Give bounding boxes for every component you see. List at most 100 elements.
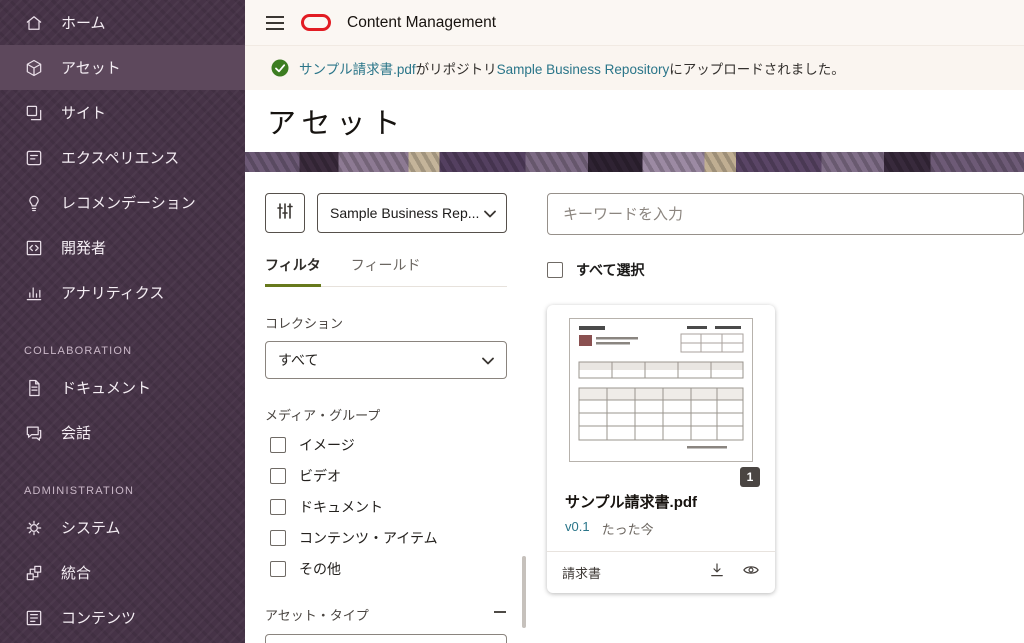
- sidebar-item-label: アナリティクス: [61, 282, 164, 303]
- sidebar-item-assets[interactable]: アセット: [0, 45, 245, 90]
- content-area: Sample Business Rep... フィルタ フィールド コレクション…: [245, 172, 1024, 643]
- media-option-content-item[interactable]: コンテンツ・アイテム: [265, 528, 507, 548]
- hamburger-menu-icon[interactable]: [265, 15, 285, 31]
- main-area: Content Management サンプル請求書.pdfがリポジトリSamp…: [245, 0, 1024, 643]
- sidebar: ホーム アセット サイト エクスペリエンス レコメンデーション 開発者 アナリテ…: [0, 0, 245, 643]
- page-count-badge: 1: [740, 467, 760, 487]
- checkbox[interactable]: [270, 437, 286, 453]
- tab-filter[interactable]: フィルタ: [265, 255, 321, 287]
- bar-chart-icon: [24, 283, 44, 303]
- results-panel: すべて選択: [527, 172, 1024, 643]
- media-option-video[interactable]: ビデオ: [265, 466, 507, 486]
- sidebar-item-label: エクスペリエンス: [61, 147, 179, 168]
- sidebar-item-label: 会話: [61, 422, 91, 443]
- sidebar-item-label: ドキュメント: [61, 377, 151, 398]
- notification-text-mid: がリポジトリ: [416, 62, 497, 77]
- media-option-image[interactable]: イメージ: [265, 435, 507, 455]
- notification-text: サンプル請求書.pdfがリポジトリSample Business Reposit…: [299, 58, 845, 78]
- asset-modified-time: たった今: [602, 519, 654, 538]
- media-option-document[interactable]: ドキュメント: [265, 497, 507, 517]
- sidebar-item-conversations[interactable]: 会話: [0, 410, 245, 455]
- sidebar-item-documents[interactable]: ドキュメント: [0, 365, 245, 410]
- sidebar-item-label: 統合: [61, 562, 91, 583]
- sidebar-item-system[interactable]: システム: [0, 505, 245, 550]
- media-option-label: ビデオ: [299, 466, 341, 486]
- assets-icon: [24, 58, 44, 78]
- asset-card[interactable]: 1 サンプル請求書.pdf v0.1 たった今 請求書: [547, 305, 775, 593]
- app-window: ホーム アセット サイト エクスペリエンス レコメンデーション 開発者 アナリテ…: [0, 0, 1024, 643]
- repository-select[interactable]: Sample Business Rep...: [317, 193, 507, 233]
- checkbox[interactable]: [270, 561, 286, 577]
- notification-file-link[interactable]: サンプル請求書.pdf: [299, 62, 416, 77]
- collapse-minus-icon[interactable]: [493, 605, 507, 624]
- sidebar-item-analytics[interactable]: アナリティクス: [0, 270, 245, 315]
- app-title: Content Management: [347, 14, 496, 32]
- integration-icon: [24, 563, 44, 583]
- chevron-down-icon: [484, 205, 496, 221]
- sidebar-item-label: ホーム: [61, 12, 106, 33]
- checkbox[interactable]: [270, 499, 286, 515]
- checkbox[interactable]: [270, 468, 286, 484]
- sidebar-section-administration: ADMINISTRATION: [0, 455, 245, 505]
- sidebar-item-label: コンテンツ: [61, 607, 136, 628]
- gear-icon: [24, 518, 44, 538]
- media-option-label: その他: [299, 559, 341, 579]
- collection-select-value: すべて: [278, 350, 318, 370]
- oracle-logo: [301, 14, 331, 31]
- sidebar-item-home[interactable]: ホーム: [0, 0, 245, 45]
- sites-icon: [24, 103, 44, 123]
- tab-fields[interactable]: フィールド: [351, 255, 421, 287]
- sidebar-item-label: システム: [61, 517, 121, 538]
- sidebar-item-label: レコメンデーション: [61, 192, 196, 213]
- sidebar-section-collaboration: COLLABORATION: [0, 315, 245, 365]
- sidebar-item-integration[interactable]: 統合: [0, 550, 245, 595]
- asset-meta: v0.1 たった今: [547, 512, 775, 551]
- sidebar-item-label: サイト: [61, 102, 106, 123]
- keyword-search-input[interactable]: [547, 193, 1024, 235]
- chat-icon: [24, 423, 44, 443]
- experiences-icon: [24, 148, 44, 168]
- sidebar-item-developer[interactable]: 開発者: [0, 225, 245, 270]
- asset-type-badge: 請求書: [562, 563, 601, 582]
- notification-repository-link[interactable]: Sample Business Repository: [497, 62, 670, 77]
- scrollbar-thumb[interactable]: [522, 556, 526, 628]
- sidebar-item-content[interactable]: コンテンツ: [0, 595, 245, 640]
- select-all-row: すべて選択: [547, 260, 1024, 280]
- sidebar-item-sites[interactable]: サイト: [0, 90, 245, 135]
- developer-icon: [24, 238, 44, 258]
- collection-select[interactable]: すべて: [265, 341, 507, 379]
- title-area: アセット: [245, 90, 1024, 152]
- banner-image: [245, 152, 1024, 172]
- notification-bar: サンプル請求書.pdfがリポジトリSample Business Reposit…: [245, 46, 1024, 90]
- page-title: アセット: [267, 100, 406, 142]
- asset-card-footer: 請求書: [547, 551, 775, 593]
- lightbulb-icon: [24, 193, 44, 213]
- sidebar-item-recommendations[interactable]: レコメンデーション: [0, 180, 245, 225]
- checkbox[interactable]: [270, 530, 286, 546]
- filter-panel: Sample Business Rep... フィルタ フィールド コレクション…: [245, 172, 527, 643]
- asset-type-input[interactable]: [265, 634, 507, 643]
- asset-type-section-header: アセット・タイプ: [265, 605, 507, 624]
- download-icon[interactable]: [708, 561, 726, 584]
- media-group-list: イメージ ビデオ ドキュメント コンテンツ・アイテム: [265, 435, 507, 579]
- preview-eye-icon[interactable]: [742, 561, 760, 584]
- success-check-icon: [271, 59, 289, 77]
- notification-text-end: にアップロードされました。: [669, 62, 845, 77]
- asset-version-link[interactable]: v0.1: [565, 519, 590, 538]
- topbar: Content Management: [245, 0, 1024, 46]
- asset-filename: サンプル請求書.pdf: [547, 487, 775, 512]
- sidebar-item-experiences[interactable]: エクスペリエンス: [0, 135, 245, 180]
- chevron-down-icon: [482, 352, 494, 368]
- media-option-label: イメージ: [299, 435, 355, 455]
- document-icon: [24, 378, 44, 398]
- media-group-label: メディア・グループ: [265, 405, 507, 424]
- asset-thumbnail: [547, 318, 775, 462]
- filter-settings-button[interactable]: [265, 193, 305, 233]
- home-icon: [24, 13, 44, 33]
- repository-select-value: Sample Business Rep...: [330, 205, 479, 221]
- media-option-label: コンテンツ・アイテム: [299, 528, 438, 548]
- collection-label: コレクション: [265, 313, 507, 332]
- media-option-other[interactable]: その他: [265, 559, 507, 579]
- asset-type-label: アセット・タイプ: [265, 605, 369, 624]
- select-all-checkbox[interactable]: [547, 262, 563, 278]
